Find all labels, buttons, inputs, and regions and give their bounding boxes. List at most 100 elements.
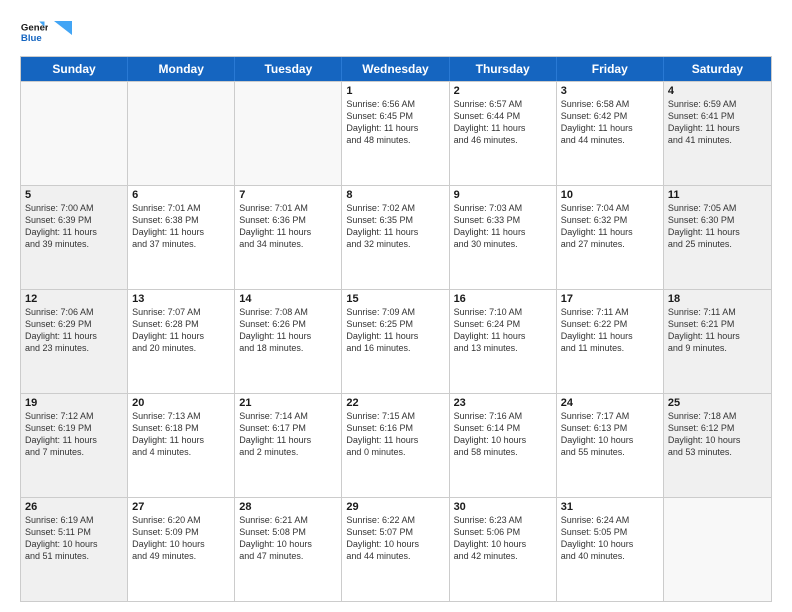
cal-cell: 4Sunrise: 6:59 AM Sunset: 6:41 PM Daylig… (664, 82, 771, 185)
day-info: Sunrise: 7:08 AM Sunset: 6:26 PM Dayligh… (239, 306, 337, 355)
day-number: 19 (25, 397, 123, 409)
cal-cell: 11Sunrise: 7:05 AM Sunset: 6:30 PM Dayli… (664, 186, 771, 289)
cal-cell: 5Sunrise: 7:00 AM Sunset: 6:39 PM Daylig… (21, 186, 128, 289)
cal-cell: 31Sunrise: 6:24 AM Sunset: 5:05 PM Dayli… (557, 498, 664, 601)
day-info: Sunrise: 7:04 AM Sunset: 6:32 PM Dayligh… (561, 202, 659, 251)
cal-header-wednesday: Wednesday (342, 57, 449, 81)
day-info: Sunrise: 6:22 AM Sunset: 5:07 PM Dayligh… (346, 514, 444, 563)
cal-week-3: 12Sunrise: 7:06 AM Sunset: 6:29 PM Dayli… (21, 289, 771, 393)
day-info: Sunrise: 6:19 AM Sunset: 5:11 PM Dayligh… (25, 514, 123, 563)
calendar: SundayMondayTuesdayWednesdayThursdayFrid… (20, 56, 772, 602)
day-info: Sunrise: 7:12 AM Sunset: 6:19 PM Dayligh… (25, 410, 123, 459)
day-info: Sunrise: 6:58 AM Sunset: 6:42 PM Dayligh… (561, 98, 659, 147)
day-number: 10 (561, 189, 659, 201)
cal-cell: 13Sunrise: 7:07 AM Sunset: 6:28 PM Dayli… (128, 290, 235, 393)
cal-header-tuesday: Tuesday (235, 57, 342, 81)
cal-cell: 3Sunrise: 6:58 AM Sunset: 6:42 PM Daylig… (557, 82, 664, 185)
day-number: 3 (561, 85, 659, 97)
cal-cell: 15Sunrise: 7:09 AM Sunset: 6:25 PM Dayli… (342, 290, 449, 393)
cal-cell: 26Sunrise: 6:19 AM Sunset: 5:11 PM Dayli… (21, 498, 128, 601)
day-number: 17 (561, 293, 659, 305)
day-number: 24 (561, 397, 659, 409)
day-info: Sunrise: 7:07 AM Sunset: 6:28 PM Dayligh… (132, 306, 230, 355)
cal-cell: 30Sunrise: 6:23 AM Sunset: 5:06 PM Dayli… (450, 498, 557, 601)
day-number: 15 (346, 293, 444, 305)
day-number: 4 (668, 85, 767, 97)
day-number: 13 (132, 293, 230, 305)
day-number: 8 (346, 189, 444, 201)
day-info: Sunrise: 6:20 AM Sunset: 5:09 PM Dayligh… (132, 514, 230, 563)
day-info: Sunrise: 7:05 AM Sunset: 6:30 PM Dayligh… (668, 202, 767, 251)
day-info: Sunrise: 7:10 AM Sunset: 6:24 PM Dayligh… (454, 306, 552, 355)
day-info: Sunrise: 6:59 AM Sunset: 6:41 PM Dayligh… (668, 98, 767, 147)
cal-header-saturday: Saturday (664, 57, 771, 81)
day-info: Sunrise: 7:01 AM Sunset: 6:38 PM Dayligh… (132, 202, 230, 251)
day-number: 9 (454, 189, 552, 201)
logo-chevron-icon (54, 21, 72, 35)
cal-cell (21, 82, 128, 185)
day-info: Sunrise: 7:01 AM Sunset: 6:36 PM Dayligh… (239, 202, 337, 251)
day-number: 29 (346, 501, 444, 513)
cal-cell: 16Sunrise: 7:10 AM Sunset: 6:24 PM Dayli… (450, 290, 557, 393)
day-number: 22 (346, 397, 444, 409)
cal-header-thursday: Thursday (450, 57, 557, 81)
day-number: 7 (239, 189, 337, 201)
cal-cell: 23Sunrise: 7:16 AM Sunset: 6:14 PM Dayli… (450, 394, 557, 497)
day-info: Sunrise: 7:15 AM Sunset: 6:16 PM Dayligh… (346, 410, 444, 459)
cal-cell: 8Sunrise: 7:02 AM Sunset: 6:35 PM Daylig… (342, 186, 449, 289)
day-info: Sunrise: 7:03 AM Sunset: 6:33 PM Dayligh… (454, 202, 552, 251)
day-number: 21 (239, 397, 337, 409)
day-number: 2 (454, 85, 552, 97)
svg-text:Blue: Blue (21, 33, 42, 44)
day-number: 27 (132, 501, 230, 513)
cal-cell: 21Sunrise: 7:14 AM Sunset: 6:17 PM Dayli… (235, 394, 342, 497)
cal-cell: 17Sunrise: 7:11 AM Sunset: 6:22 PM Dayli… (557, 290, 664, 393)
day-number: 12 (25, 293, 123, 305)
day-number: 31 (561, 501, 659, 513)
logo-icon: General Blue (20, 18, 48, 46)
cal-cell (235, 82, 342, 185)
cal-cell: 7Sunrise: 7:01 AM Sunset: 6:36 PM Daylig… (235, 186, 342, 289)
logo: General Blue (20, 18, 72, 46)
day-info: Sunrise: 7:13 AM Sunset: 6:18 PM Dayligh… (132, 410, 230, 459)
day-info: Sunrise: 6:21 AM Sunset: 5:08 PM Dayligh… (239, 514, 337, 563)
day-info: Sunrise: 7:00 AM Sunset: 6:39 PM Dayligh… (25, 202, 123, 251)
cal-cell: 29Sunrise: 6:22 AM Sunset: 5:07 PM Dayli… (342, 498, 449, 601)
cal-cell: 27Sunrise: 6:20 AM Sunset: 5:09 PM Dayli… (128, 498, 235, 601)
calendar-header-row: SundayMondayTuesdayWednesdayThursdayFrid… (21, 57, 771, 81)
day-number: 28 (239, 501, 337, 513)
day-number: 14 (239, 293, 337, 305)
day-info: Sunrise: 7:14 AM Sunset: 6:17 PM Dayligh… (239, 410, 337, 459)
day-number: 25 (668, 397, 767, 409)
page: General Blue SundayMondayTuesdayWednesda… (0, 0, 792, 612)
cal-cell: 12Sunrise: 7:06 AM Sunset: 6:29 PM Dayli… (21, 290, 128, 393)
cal-cell: 6Sunrise: 7:01 AM Sunset: 6:38 PM Daylig… (128, 186, 235, 289)
header: General Blue (20, 18, 772, 46)
cal-week-4: 19Sunrise: 7:12 AM Sunset: 6:19 PM Dayli… (21, 393, 771, 497)
cal-cell: 10Sunrise: 7:04 AM Sunset: 6:32 PM Dayli… (557, 186, 664, 289)
cal-cell: 2Sunrise: 6:57 AM Sunset: 6:44 PM Daylig… (450, 82, 557, 185)
cal-week-5: 26Sunrise: 6:19 AM Sunset: 5:11 PM Dayli… (21, 497, 771, 601)
cal-cell: 24Sunrise: 7:17 AM Sunset: 6:13 PM Dayli… (557, 394, 664, 497)
cal-cell: 28Sunrise: 6:21 AM Sunset: 5:08 PM Dayli… (235, 498, 342, 601)
day-info: Sunrise: 6:57 AM Sunset: 6:44 PM Dayligh… (454, 98, 552, 147)
cal-week-2: 5Sunrise: 7:00 AM Sunset: 6:39 PM Daylig… (21, 185, 771, 289)
cal-cell: 9Sunrise: 7:03 AM Sunset: 6:33 PM Daylig… (450, 186, 557, 289)
cal-header-monday: Monday (128, 57, 235, 81)
day-number: 16 (454, 293, 552, 305)
day-number: 23 (454, 397, 552, 409)
day-info: Sunrise: 7:11 AM Sunset: 6:21 PM Dayligh… (668, 306, 767, 355)
calendar-body: 1Sunrise: 6:56 AM Sunset: 6:45 PM Daylig… (21, 81, 771, 601)
day-info: Sunrise: 6:56 AM Sunset: 6:45 PM Dayligh… (346, 98, 444, 147)
day-number: 26 (25, 501, 123, 513)
day-info: Sunrise: 7:16 AM Sunset: 6:14 PM Dayligh… (454, 410, 552, 459)
day-info: Sunrise: 7:02 AM Sunset: 6:35 PM Dayligh… (346, 202, 444, 251)
cal-cell: 22Sunrise: 7:15 AM Sunset: 6:16 PM Dayli… (342, 394, 449, 497)
cal-cell: 25Sunrise: 7:18 AM Sunset: 6:12 PM Dayli… (664, 394, 771, 497)
day-number: 18 (668, 293, 767, 305)
cal-cell (664, 498, 771, 601)
day-number: 20 (132, 397, 230, 409)
day-number: 30 (454, 501, 552, 513)
cal-cell (128, 82, 235, 185)
day-info: Sunrise: 7:18 AM Sunset: 6:12 PM Dayligh… (668, 410, 767, 459)
